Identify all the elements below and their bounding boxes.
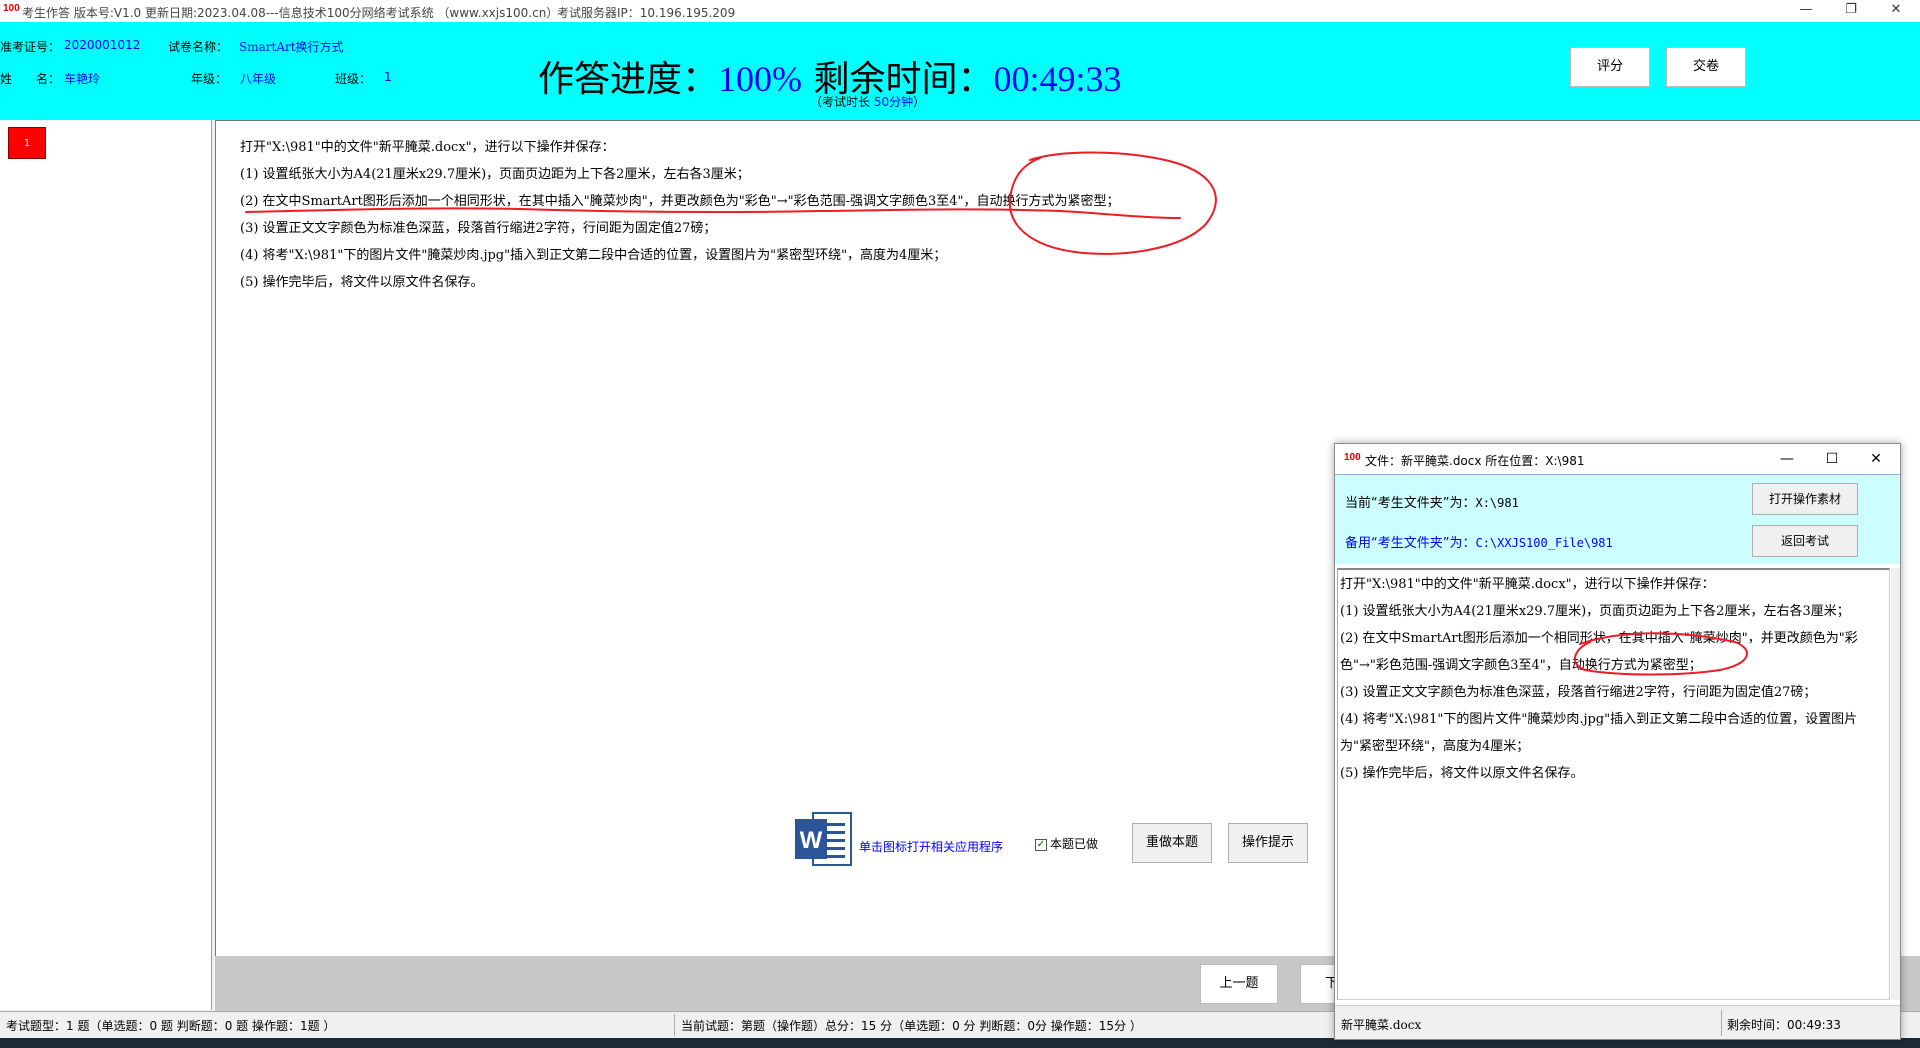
score-button[interactable]: 评分: [1570, 47, 1650, 87]
close-icon[interactable]: ✕: [1856, 447, 1896, 471]
exam-duration: （考试时长 50分钟）: [810, 93, 925, 110]
file-info-window: 100 文件：新平腌菜.docx 所在位置：X:\981 — ☐ ✕ 当前“考生…: [1334, 443, 1901, 1040]
server-ip: 考试服务器IP：10.196.195.209: [557, 6, 736, 20]
restore-icon[interactable]: ❐: [1828, 0, 1874, 22]
svg-text:W: W: [800, 827, 823, 854]
backup-folder-row: 备用“考生文件夹”为：C:\XXJS100_File\981: [1345, 532, 1613, 551]
current-folder-row: 当前“考生文件夹”为：X:\981: [1345, 492, 1519, 511]
file-window-scrollbar[interactable]: [1891, 568, 1900, 1000]
close-icon[interactable]: ✕: [1873, 0, 1919, 22]
question-line: (4) 将考"X:\981"下的图片文件"腌菜炒肉.jpg"插入到正文第二段中合…: [240, 248, 947, 263]
return-exam-button[interactable]: 返回考试: [1752, 525, 1858, 557]
question-number-button[interactable]: 1: [8, 127, 46, 159]
exam-header: 准考证号： 2020001012 试卷名称： SmartArt换行方式 姓 名：…: [0, 22, 1920, 120]
minimize-icon[interactable]: —: [1783, 0, 1829, 22]
class-label: 班级：: [335, 72, 372, 86]
status-remaining-time: 剩余时间：00:49:33: [1727, 1018, 1841, 1032]
student-name-label: 姓 名：: [0, 72, 61, 86]
app-logo-icon: 100: [3, 3, 20, 14]
question-line: (4) 将考"X:\981"下的图片文件"腌菜炒肉.jpg"插入到正文第二段中合…: [1340, 712, 1858, 727]
duration-prefix: （考试时长: [810, 95, 874, 109]
status-question-types: 考试题型：1 题（单选题：0 题 判断题：0 题 操作题：1题 ）: [6, 1019, 336, 1033]
student-name: 车艳玲: [64, 72, 101, 86]
question-line: (1) 设置纸张大小为A4(21厘米x29.7厘米)，页面页边距为上下各2厘米，…: [240, 167, 750, 182]
open-app-hint[interactable]: 单击图标打开相关应用程序: [859, 838, 1003, 855]
question-line: (3) 设置正文文字颜色为标准色深蓝，段落首行缩进2字符，行间距为固定值27磅；: [240, 221, 717, 236]
word-app-icon[interactable]: W: [795, 811, 853, 867]
question-list-panel: 1: [0, 120, 212, 1010]
open-material-button[interactable]: 打开操作素材: [1752, 483, 1858, 515]
prev-question-button[interactable]: 上一题: [1200, 964, 1278, 1004]
file-window-status-bar: 新平腌菜.docx 剩余时间：00:49:33: [1335, 1005, 1900, 1039]
checkbox-checked-icon[interactable]: ✓: [1035, 838, 1047, 851]
backup-folder-label: 备用“考生文件夹”为：: [1345, 536, 1476, 551]
minimize-icon[interactable]: —: [1767, 447, 1807, 471]
question-line: 打开"X:\981"中的文件"新平腌菜.docx"，进行以下操作并保存：: [1340, 577, 1715, 592]
duration-suffix: ）: [913, 95, 926, 109]
class-value: 1: [384, 70, 392, 84]
progress-value: 100%: [718, 59, 803, 99]
status-file-name: 新平腌菜.docx: [1341, 1018, 1422, 1032]
grade-value: 八年级: [240, 72, 277, 86]
maximize-icon[interactable]: ☐: [1812, 447, 1852, 471]
question-line: (2) 在文中SmartArt图形后添加一个相同形状，在其中插入"腌菜炒肉"，并…: [1340, 631, 1858, 646]
app-logo-icon: 100: [1344, 452, 1361, 463]
question-line: (3) 设置正文文字颜色为标准色深蓝，段落首行缩进2字符，行间距为固定值27磅；: [1340, 685, 1817, 700]
grade-label: 年级：: [191, 72, 228, 86]
file-window-title: 文件：新平腌菜.docx 所在位置：X:\981: [1365, 454, 1585, 468]
submit-button[interactable]: 交卷: [1666, 47, 1746, 87]
question-line: 打开"X:\981"中的文件"新平腌菜.docx"，进行以下操作并保存：: [240, 140, 615, 155]
question-line: (2) 在文中SmartArt图形后添加一个相同形状，在其中插入"腌菜炒肉"，并…: [240, 194, 1120, 209]
window-title: 考生作答 版本号:V1.0 更新日期:2023.04.08---信息技术100分…: [22, 6, 559, 20]
done-label: 本题已做: [1050, 837, 1099, 851]
paper-name-label: 试卷名称：: [168, 40, 229, 54]
progress-label: 作答进度：: [538, 59, 719, 100]
current-folder-label: 当前“考生文件夹”为：: [1345, 496, 1476, 511]
question-line: 色"→"彩色范围-强调文字颜色3至4"，自动换行方式为紧密型；: [1340, 658, 1702, 673]
done-checkbox[interactable]: ✓ 本题已做: [1035, 835, 1098, 852]
window-title-bar: 100 考生作答 版本号:V1.0 更新日期:2023.04.08---信息技术…: [0, 0, 1920, 22]
file-window-title-bar: 100 文件：新平腌菜.docx 所在位置：X:\981 — ☐ ✕: [1335, 444, 1900, 474]
exam-id: 2020001012: [64, 38, 141, 52]
redo-button[interactable]: 重做本题: [1132, 823, 1212, 863]
duration-value: 50分钟: [873, 95, 914, 109]
question-line: (5) 操作完毕后，将文件以原文件名保存。: [1340, 766, 1584, 781]
exam-id-label: 准考证号：: [0, 40, 61, 54]
question-line: (1) 设置纸张大小为A4(21厘米x29.7厘米)，页面页边距为上下各2厘米，…: [1340, 604, 1850, 619]
status-divider: [674, 1014, 675, 1036]
question-line: 为"紧密型环绕"，高度为4厘米；: [1340, 739, 1530, 754]
file-window-question-text[interactable]: 打开"X:\981"中的文件"新平腌菜.docx"，进行以下操作并保存： (1)…: [1337, 568, 1890, 1000]
question-line: (5) 操作完毕后，将文件以原文件名保存。: [240, 275, 484, 290]
remaining-time: 00:49:33: [993, 59, 1122, 99]
status-divider: [1721, 1010, 1722, 1036]
current-folder-path: X:\981: [1475, 496, 1519, 510]
paper-name: SmartArt换行方式: [239, 40, 344, 54]
tip-button[interactable]: 操作提示: [1228, 823, 1308, 863]
status-current-question: 当前试题：第题（操作题）总分：15 分（单选题：0 分 判断题：0分 操作题：1…: [681, 1019, 1142, 1033]
folder-info-panel: 当前“考生文件夹”为：X:\981 备用“考生文件夹”为：C:\XXJS100_…: [1335, 474, 1900, 564]
backup-folder-path: C:\XXJS100_File\981: [1475, 536, 1613, 550]
